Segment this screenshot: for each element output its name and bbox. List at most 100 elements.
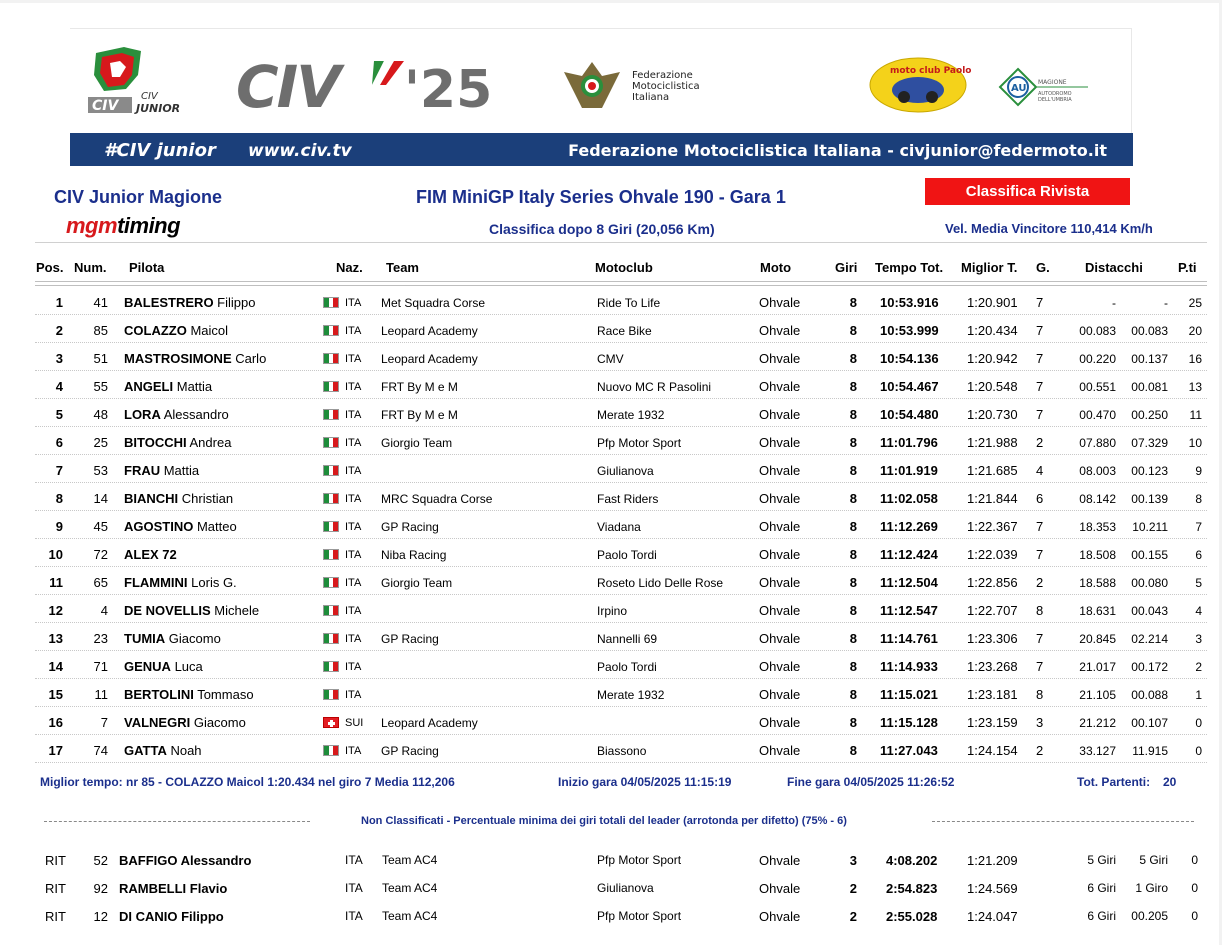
best-lap-number-cell: 7 — [1036, 659, 1044, 674]
bike-cell: Ohvale — [759, 631, 801, 646]
table-row: 14 71 GENUA Luca ITA Paolo Tordi Ohvale 8 11:14… — [0, 652, 1222, 680]
best-lap-cell: 1:22.707 — [967, 603, 1018, 618]
team-cell: Leopard Academy — [381, 324, 478, 338]
gap-previous-cell: 00.088 — [1131, 688, 1168, 702]
gap-leader-cell: 18.588 — [1079, 576, 1116, 590]
team-cell: GP Racing — [381, 520, 439, 534]
number-cell: 71 — [93, 659, 108, 674]
table-row: 2 85 COLAZZO Maicol ITA Leopard Academy Race … — [0, 316, 1222, 344]
nation-cell: ITA — [345, 689, 362, 701]
rider-cell: DI CANIO Filippo — [119, 909, 224, 924]
nation-cell: ITA — [345, 605, 362, 617]
total-time-cell: 11:12.547 — [880, 603, 938, 618]
total-time-cell: 11:12.269 — [880, 519, 938, 534]
rider-cell: GATTA Noah — [124, 743, 202, 758]
position-cell: 4 — [55, 379, 63, 394]
website-link[interactable]: www.civ.tv — [248, 141, 352, 161]
non-classified-title: Non Classificati - Percentuale minima de… — [361, 815, 847, 827]
laps-cell: 8 — [849, 295, 857, 310]
rider-cell: ANGELI Mattia — [124, 379, 212, 394]
bike-cell: Ohvale — [759, 295, 801, 310]
rider-cell: FRAU Mattia — [124, 463, 199, 478]
gap-previous-cell: 00.250 — [1131, 408, 1168, 422]
motoclub-cell: Merate 1932 — [597, 408, 665, 422]
rider-cell: BIANCHI Christian — [124, 491, 233, 506]
total-time-cell: 10:54.480 — [880, 407, 939, 422]
laps-cell: 8 — [849, 603, 857, 618]
points-cell: 0 — [1195, 744, 1202, 758]
number-cell: 23 — [93, 631, 108, 646]
divider — [35, 242, 1207, 243]
italy-flag-icon — [323, 745, 339, 756]
bike-cell: Ohvale — [759, 323, 801, 338]
motoclub-cell: Paolo Tordi — [597, 660, 657, 674]
total-time-cell: 11:01.919 — [880, 463, 938, 478]
best-lap-number-cell: 7 — [1036, 631, 1044, 646]
total-time-cell: 10:54.136 — [880, 351, 939, 366]
number-cell: 25 — [93, 435, 108, 450]
header-miglior: Miglior T. — [961, 260, 1018, 275]
header-info-bar: #CIV junior www.civ.tv Federazione Motoc… — [70, 133, 1133, 166]
points-cell: 1 — [1195, 688, 1202, 702]
best-lap-cell: 1:21.844 — [967, 491, 1018, 506]
race-start: Inizio gara 04/05/2025 11:15:19 — [558, 775, 732, 789]
team-cell: MRC Squadra Corse — [381, 492, 493, 506]
position-cell: RIT — [45, 881, 66, 896]
best-lap-number-cell: 2 — [1036, 743, 1044, 758]
rider-cell: VALNEGRI Giacomo — [124, 715, 246, 730]
italy-flag-icon — [323, 549, 339, 560]
best-lap-number-cell: 8 — [1036, 687, 1044, 702]
italy-flag-icon — [323, 353, 339, 364]
bike-cell: Ohvale — [759, 519, 801, 534]
italy-flag-icon — [323, 605, 339, 616]
race-title: FIM MiniGP Italy Series Ohvale 190 - Gar… — [416, 187, 786, 207]
points-cell: 13 — [1188, 380, 1202, 394]
bike-cell: Ohvale — [759, 463, 801, 478]
total-time-cell: 11:15.128 — [880, 715, 938, 730]
gap-previous-cell: 00.137 — [1131, 352, 1168, 366]
team-cell: FRT By M e M — [381, 408, 458, 422]
team-cell: Niba Racing — [381, 548, 447, 562]
points-cell: 7 — [1195, 520, 1202, 534]
rider-surname: DE NOVELLIS — [124, 603, 211, 618]
rider-cell: DE NOVELLIS Michele — [124, 603, 259, 618]
header-g: G. — [1036, 260, 1050, 275]
number-cell: 11 — [94, 687, 109, 702]
table-row: 1 41 BALESTRERO Filippo ITA Met Squadra Cors… — [0, 288, 1222, 316]
gap-previous-cell: 11.915 — [1132, 744, 1168, 758]
bike-cell: Ohvale — [759, 715, 801, 730]
starters-value: 20 — [1163, 775, 1177, 789]
table-row: 11 65 FLAMMINI Loris G. ITA Giorgio Team Rose… — [0, 568, 1222, 596]
laps-cell: 2 — [849, 909, 857, 924]
civ25-logo: CIV '25 — [234, 53, 514, 121]
header-tempo: Tempo Tot. — [875, 260, 944, 275]
mgm-timing-logo: mgmtiming — [66, 213, 181, 238]
motoclub-cell: Pfp Motor Sport — [597, 853, 682, 867]
best-lap-number-cell: 4 — [1036, 463, 1044, 478]
total-time-cell: 10:54.467 — [880, 379, 939, 394]
position-cell: 10 — [48, 547, 63, 562]
number-cell: 41 — [93, 295, 108, 310]
gap-previous-cell: 5 Giri — [1139, 853, 1168, 867]
best-lap-cell: 1:21.209 — [967, 853, 1018, 868]
gap-previous-cell: 1 Giro — [1135, 881, 1168, 895]
rider-surname: LORA — [124, 407, 161, 422]
best-lap-cell: 1:24.154 — [967, 743, 1018, 758]
svg-text:Italiana: Italiana — [632, 92, 669, 103]
table-row: 7 53 FRAU Mattia ITA Giulianova Ohvale 8 11:01.… — [0, 456, 1222, 484]
nation-cell: ITA — [345, 325, 362, 337]
best-lap-number-cell: 7 — [1036, 519, 1044, 534]
best-lap-cell: 1:21.685 — [967, 463, 1018, 478]
gap-previous-cell: 07.329 — [1131, 436, 1168, 450]
laps-cell: 3 — [849, 853, 857, 868]
motoclub-cell: Pfp Motor Sport — [597, 909, 682, 923]
gap-leader-cell: 18.508 — [1079, 548, 1116, 562]
gap-leader-cell: 6 Giri — [1087, 909, 1116, 923]
points-cell: 25 — [1188, 296, 1202, 310]
motoclub-cell: Fast Riders — [597, 492, 659, 506]
rider-cell: BALESTRERO Filippo — [124, 295, 255, 310]
best-lap-number-cell: 3 — [1036, 715, 1044, 730]
best-lap-cell: 1:21.988 — [967, 435, 1018, 450]
gap-previous-cell: 00.123 — [1131, 464, 1168, 478]
rider-surname: BITOCCHI — [124, 435, 187, 450]
